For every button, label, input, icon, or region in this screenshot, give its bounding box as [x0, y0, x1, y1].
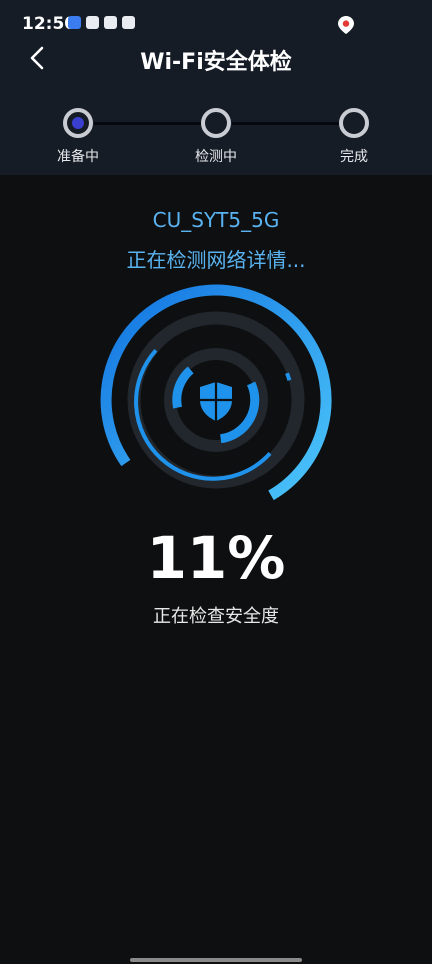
- step-connector: [232, 122, 340, 125]
- step-label-complete: 完成: [340, 149, 368, 165]
- step-label-prepare: 准备中: [57, 149, 99, 165]
- network-ssid: CU_SYT5_5G: [152, 208, 280, 232]
- progress-subtitle: 正在检查安全度: [153, 606, 279, 627]
- app-notification-icon: [122, 16, 135, 29]
- step-label-detect: 检测中: [195, 149, 237, 165]
- home-indicator[interactable]: [130, 958, 302, 962]
- middle-ring-segment: [285, 372, 292, 381]
- header: 12:50 Wi-Fi安全体检 准备中 检测中 完成: [0, 0, 432, 175]
- network-status-text: 正在检测网络详情...: [126, 248, 306, 272]
- step-indicator-detect: [201, 108, 231, 138]
- progress-percent: 11%: [146, 524, 286, 592]
- step-active-dot: [72, 117, 84, 129]
- step-indicator-complete: [339, 108, 369, 138]
- step-connector: [94, 122, 202, 125]
- app-notification-icon: [86, 16, 99, 29]
- page-title: Wi-Fi安全体检: [140, 50, 292, 75]
- mail-icon: [104, 16, 117, 29]
- location-pin-icon: [338, 16, 354, 34]
- progress-steps: 准备中 检测中 完成: [0, 106, 432, 166]
- status-bar: 12:50: [0, 0, 432, 48]
- security-scan-gauge: [100, 284, 332, 501]
- shield-icon: [200, 382, 232, 421]
- status-icons: [68, 16, 135, 29]
- step-indicator-prepare: [63, 108, 93, 138]
- app-notification-icon: [68, 16, 81, 29]
